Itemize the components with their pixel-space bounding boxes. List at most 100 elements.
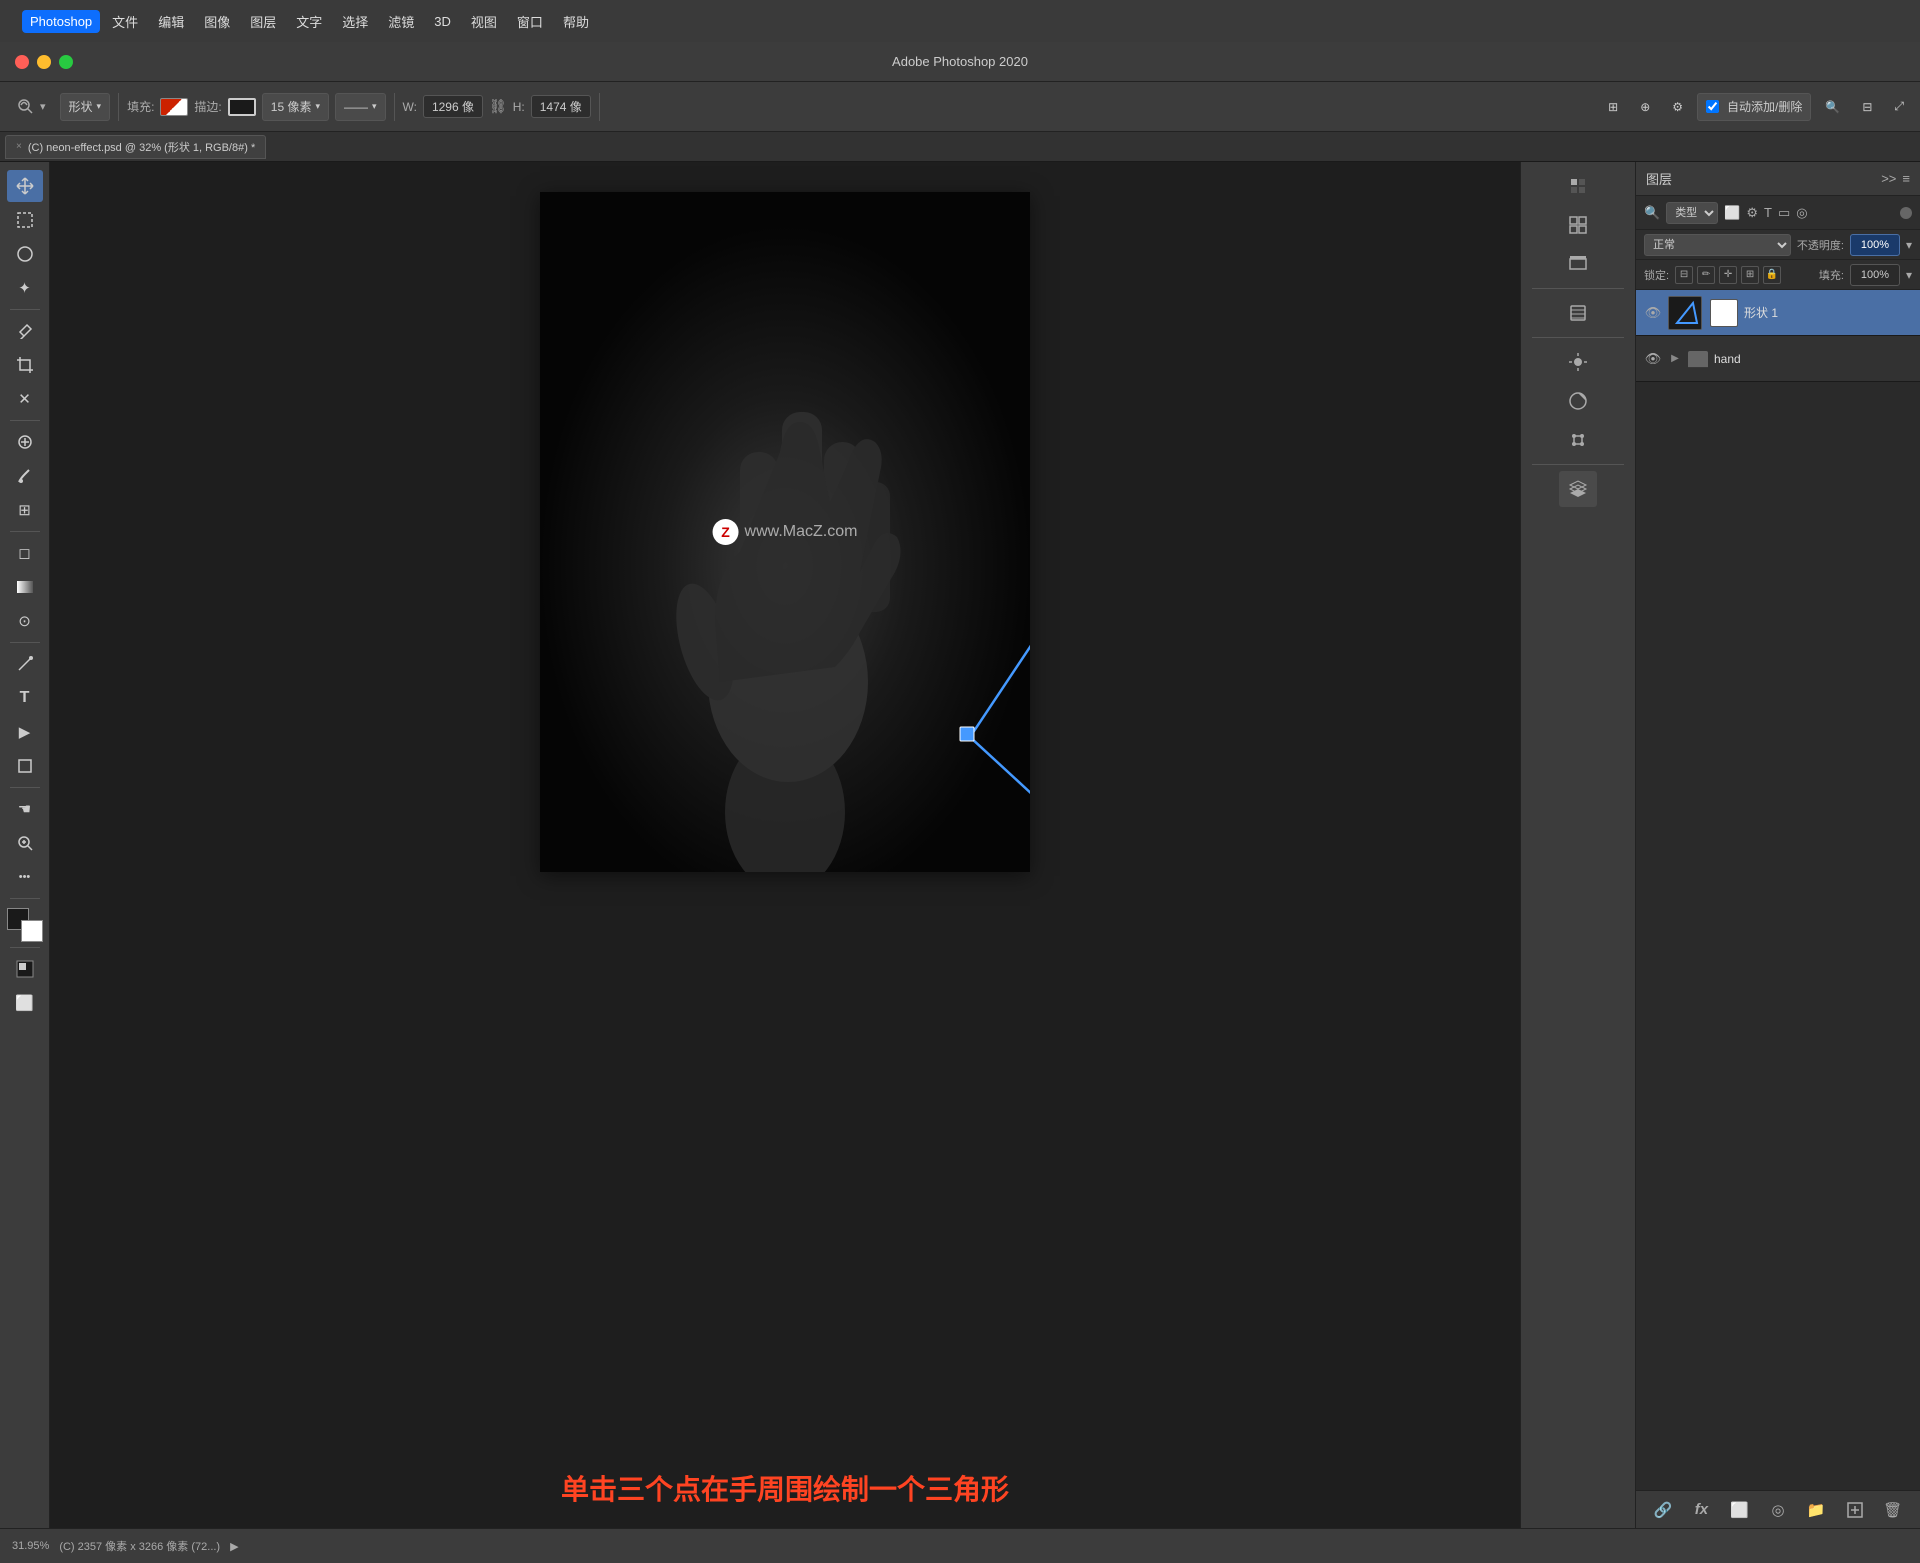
anchor-bottom-left[interactable] — [960, 727, 974, 741]
filter-text-icon[interactable]: T — [1764, 205, 1772, 220]
menu-view[interactable]: 视图 — [463, 8, 505, 35]
eraser-tool[interactable]: ◻ — [7, 537, 43, 569]
rp-properties-btn[interactable] — [1559, 168, 1597, 204]
group-layers-btn[interactable]: 📁 — [1804, 1498, 1828, 1522]
menu-filter[interactable]: 滤镜 — [380, 8, 422, 35]
transform-btn[interactable]: ⊕ — [1632, 93, 1658, 121]
layers-menu-icon[interactable]: ≡ — [1902, 171, 1910, 186]
rp-transform-btn[interactable] — [1559, 422, 1597, 458]
close-button[interactable] — [15, 55, 29, 69]
layers-expand-icon[interactable]: >> — [1881, 171, 1896, 186]
layer-item-shape1[interactable]: 👁 形状 1 — [1636, 290, 1920, 336]
menu-window[interactable]: 窗口 — [509, 8, 551, 35]
align-btn[interactable]: ⊞ — [1600, 93, 1626, 121]
filter-search-icon[interactable]: 🔍 — [1644, 205, 1660, 221]
opacity-value[interactable]: 100% — [1850, 234, 1900, 256]
fill-expand-icon[interactable]: ▾ — [1906, 268, 1912, 282]
new-layer-btn[interactable] — [1843, 1498, 1867, 1522]
menu-image[interactable]: 图像 — [196, 8, 238, 35]
lasso-tool[interactable] — [7, 238, 43, 270]
add-mask-btn[interactable]: ⬜ — [1728, 1498, 1752, 1522]
gradient-tool[interactable] — [7, 571, 43, 603]
magic-wand-tool[interactable]: ✦ — [7, 272, 43, 304]
burn-tool[interactable]: ⊙ — [7, 605, 43, 637]
filter-toggle[interactable] — [1900, 207, 1912, 219]
filter-smart-icon[interactable]: ◎ — [1796, 205, 1807, 221]
layer-visibility-shape1[interactable]: 👁 — [1644, 304, 1662, 322]
path-select-tool[interactable]: ▶ — [7, 716, 43, 748]
crop-tool[interactable] — [7, 349, 43, 381]
auto-add-checkbox[interactable] — [1706, 100, 1719, 113]
lock-all-btn[interactable]: 🔒 — [1763, 266, 1781, 284]
menu-photoshop[interactable]: Photoshop — [22, 10, 100, 33]
panels-btn[interactable]: ⊟ — [1854, 93, 1880, 121]
rp-layers-btn[interactable] — [1559, 246, 1597, 282]
document-tab[interactable]: × (C) neon-effect.psd @ 32% (形状 1, RGB/8… — [5, 135, 266, 159]
layer-effects-btn[interactable]: fx — [1689, 1498, 1713, 1522]
link-dimensions-icon[interactable]: ⛓ — [489, 98, 507, 115]
settings-btn[interactable]: ⚙ — [1664, 93, 1691, 121]
fill-color-preview[interactable] — [160, 98, 188, 116]
layer-item-hand[interactable]: 👁 ▶ hand — [1636, 336, 1920, 382]
adjustment-btn[interactable]: ◎ — [1766, 1498, 1790, 1522]
link-layers-btn[interactable]: 🔗 — [1651, 1498, 1675, 1522]
text-tool[interactable]: T — [7, 682, 43, 714]
delete-layer-btn[interactable]: 🗑 — [1881, 1498, 1905, 1522]
expand-btn[interactable]: ⤢ — [1886, 93, 1912, 121]
filter-type-select[interactable]: 类型 — [1666, 202, 1718, 224]
tool-preset-btn[interactable]: ▾ — [8, 93, 54, 121]
lock-paint-btn[interactable]: ✏ — [1697, 266, 1715, 284]
lock-move-btn[interactable]: ✛ — [1719, 266, 1737, 284]
eyedropper-tool[interactable] — [7, 315, 43, 347]
opacity-expand-icon[interactable]: ▾ — [1906, 238, 1912, 252]
stroke-style-select[interactable]: —— ▾ — [335, 93, 386, 121]
lock-artboard-btn[interactable]: ⊞ — [1741, 266, 1759, 284]
zoom-tool[interactable] — [7, 827, 43, 859]
layer-expand-hand[interactable]: ▶ — [1668, 352, 1682, 366]
fill-value[interactable]: 100% — [1850, 264, 1900, 286]
rp-appearance-btn[interactable] — [1559, 383, 1597, 419]
pen-tool[interactable] — [7, 648, 43, 680]
rp-light-btn[interactable] — [1559, 344, 1597, 380]
slice-tool[interactable]: ✕ — [7, 383, 43, 415]
hand-tool[interactable]: ☚ — [7, 793, 43, 825]
menu-edit[interactable]: 编辑 — [150, 8, 192, 35]
menu-layer[interactable]: 图层 — [242, 8, 284, 35]
status-arrow[interactable]: ▶ — [230, 1540, 238, 1553]
blend-mode-select[interactable]: 正常 — [1644, 234, 1791, 256]
menu-select[interactable]: 选择 — [334, 8, 376, 35]
more-tools-btn[interactable]: ••• — [7, 861, 43, 893]
stroke-color-preview[interactable] — [228, 98, 256, 116]
menu-3d[interactable]: 3D — [426, 10, 459, 33]
search-btn[interactable]: 🔍 — [1817, 93, 1848, 121]
background-color[interactable] — [21, 920, 43, 942]
lock-transparent-btn[interactable]: ⊟ — [1675, 266, 1693, 284]
heal-tool[interactable] — [7, 426, 43, 458]
screen-mode-btn[interactable]: ⬜ — [7, 987, 43, 1019]
menu-file[interactable]: 文件 — [104, 8, 146, 35]
quick-mask-btn[interactable] — [7, 953, 43, 985]
rp-grid-btn[interactable] — [1559, 207, 1597, 243]
filter-shape-icon[interactable]: ▭ — [1778, 205, 1790, 221]
tab-close-icon[interactable]: × — [16, 141, 22, 152]
maximize-button[interactable] — [59, 55, 73, 69]
menu-help[interactable]: 帮助 — [555, 8, 597, 35]
filter-pixel-icon[interactable]: ⬜ — [1724, 205, 1740, 221]
shape-tool[interactable] — [7, 750, 43, 782]
menu-text[interactable]: 文字 — [288, 8, 330, 35]
caption-text: 单击三个点在手周围绘制一个三角形 — [561, 1468, 1009, 1508]
brush-tool[interactable] — [7, 460, 43, 492]
move-tool[interactable] — [7, 170, 43, 202]
filter-adjust-icon[interactable]: ⚙ — [1746, 205, 1758, 221]
layer-visibility-hand[interactable]: 👁 — [1644, 350, 1662, 368]
auto-add-label[interactable]: 自动添加/删除 — [1697, 93, 1811, 121]
shape-type-select[interactable]: 形状 ▾ — [60, 93, 111, 121]
stamp-tool[interactable]: ⊞ — [7, 494, 43, 526]
height-value[interactable]: 1474 像 — [531, 95, 591, 118]
minimize-button[interactable] — [37, 55, 51, 69]
stroke-size[interactable]: 15 像素 ▾ — [262, 93, 329, 121]
select-rect-tool[interactable] — [7, 204, 43, 236]
width-value[interactable]: 1296 像 — [423, 95, 483, 118]
rp-channels-btn[interactable] — [1559, 295, 1597, 331]
rp-active-layers-btn[interactable] — [1559, 471, 1597, 507]
